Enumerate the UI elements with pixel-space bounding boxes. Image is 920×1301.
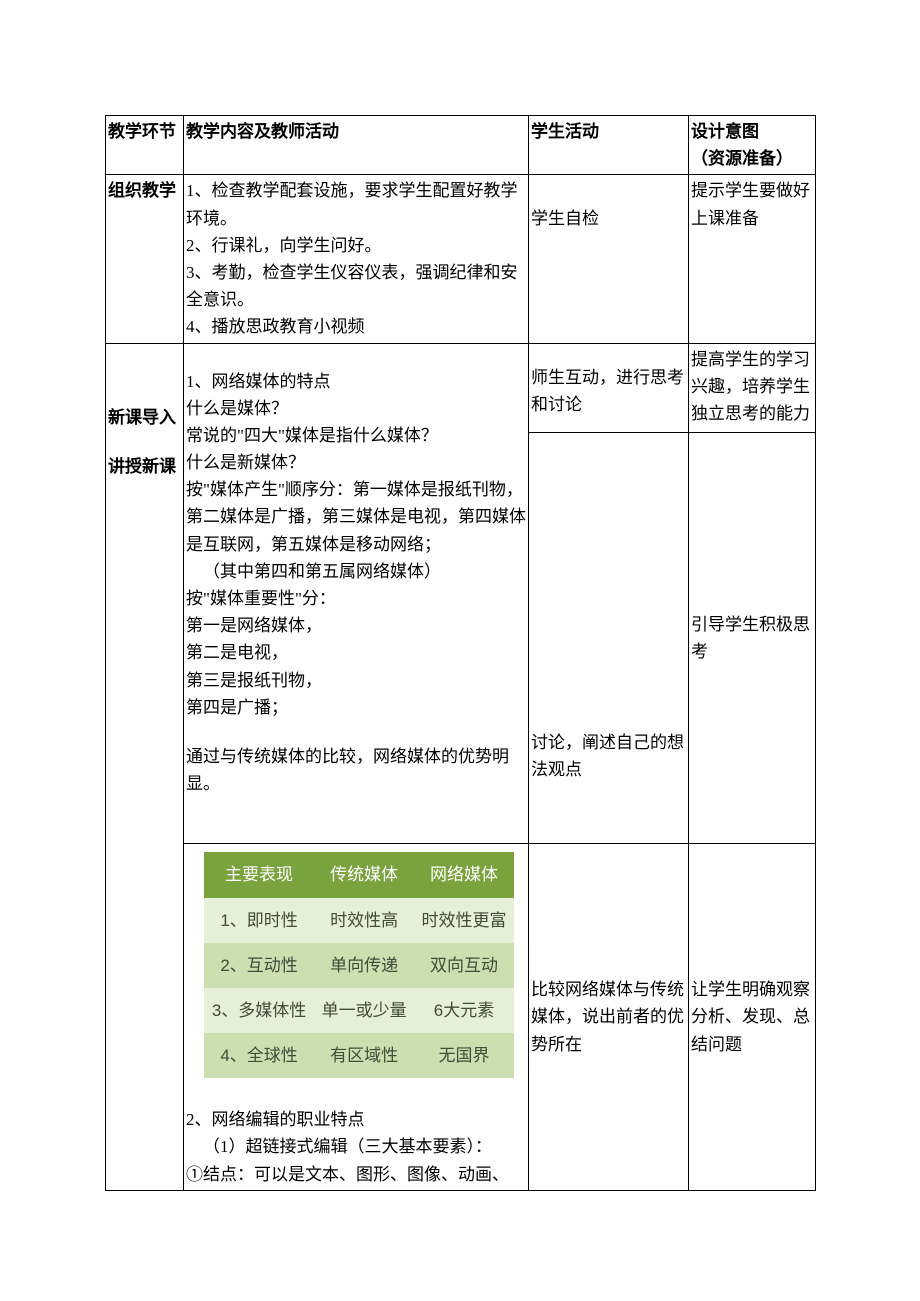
stage-intro: 新课导入 <box>106 343 184 433</box>
student-compare: 比较网络媒体与传统媒体，说出前者的优势所在 <box>529 844 689 1191</box>
table-header-row: 教学环节 教学内容及教师活动 学生活动 设计意图 （资源准备） <box>106 116 816 175</box>
design-intro: 提高学生的学习兴趣，培养学生独立思考的能力 <box>689 343 816 433</box>
design-compare: 让学生明确观察分析、发现、总结问题 <box>689 844 816 1191</box>
stage-teach: 讲授新课 <box>106 433 184 844</box>
content-organize: 1、检查教学配套设施，要求学生配置好教学环境。 2、行课礼，向学生问好。 3、考… <box>184 175 529 343</box>
student-intro: 师生互动，进行思考和讨论 <box>529 343 689 433</box>
header-content: 教学内容及教师活动 <box>184 116 529 175</box>
stage-organize: 组织教学 <box>106 175 184 343</box>
stage-empty <box>106 844 184 1191</box>
lesson-plan-table: 教学环节 教学内容及教师活动 学生活动 设计意图 （资源准备） 组织教学 1、检… <box>105 115 816 1191</box>
content-main: 1、网络媒体的特点 什么是媒体？ 常说的"四大"媒体是指什么媒体？ 什么是新媒体… <box>184 343 529 844</box>
header-student: 学生活动 <box>529 116 689 175</box>
media-comparison-table: 主要表现 传统媒体 网络媒体 1、即时性 时效性高 时效性更富 2、互动性 单向… <box>204 852 514 1078</box>
table-row: 主要表现 传统媒体 网络媒体 1、即时性 时效性高 时效性更富 2、互动性 单向… <box>106 844 816 1191</box>
inner-header: 主要表现 传统媒体 网络媒体 <box>204 852 514 897</box>
inner-row: 3、多媒体性 单一或少量 6大元素 <box>204 988 514 1033</box>
inner-row: 1、即时性 时效性高 时效性更富 <box>204 898 514 943</box>
inner-row: 4、全球性 有区域性 无国界 <box>204 1033 514 1078</box>
table-row: 组织教学 1、检查教学配套设施，要求学生配置好教学环境。 2、行课礼，向学生问好… <box>106 175 816 343</box>
design-organize: 提示学生要做好上课准备 <box>689 175 816 343</box>
student-organize: 学生自检 <box>529 175 689 343</box>
design-teach: 引导学生积极思考 <box>689 433 816 844</box>
student-teach: 讨论，阐述自己的想法观点 <box>529 433 689 844</box>
header-design: 设计意图 （资源准备） <box>689 116 816 175</box>
inner-row: 2、互动性 单向传递 双向互动 <box>204 943 514 988</box>
header-stage: 教学环节 <box>106 116 184 175</box>
content-comparison: 主要表现 传统媒体 网络媒体 1、即时性 时效性高 时效性更富 2、互动性 单向… <box>184 844 529 1191</box>
